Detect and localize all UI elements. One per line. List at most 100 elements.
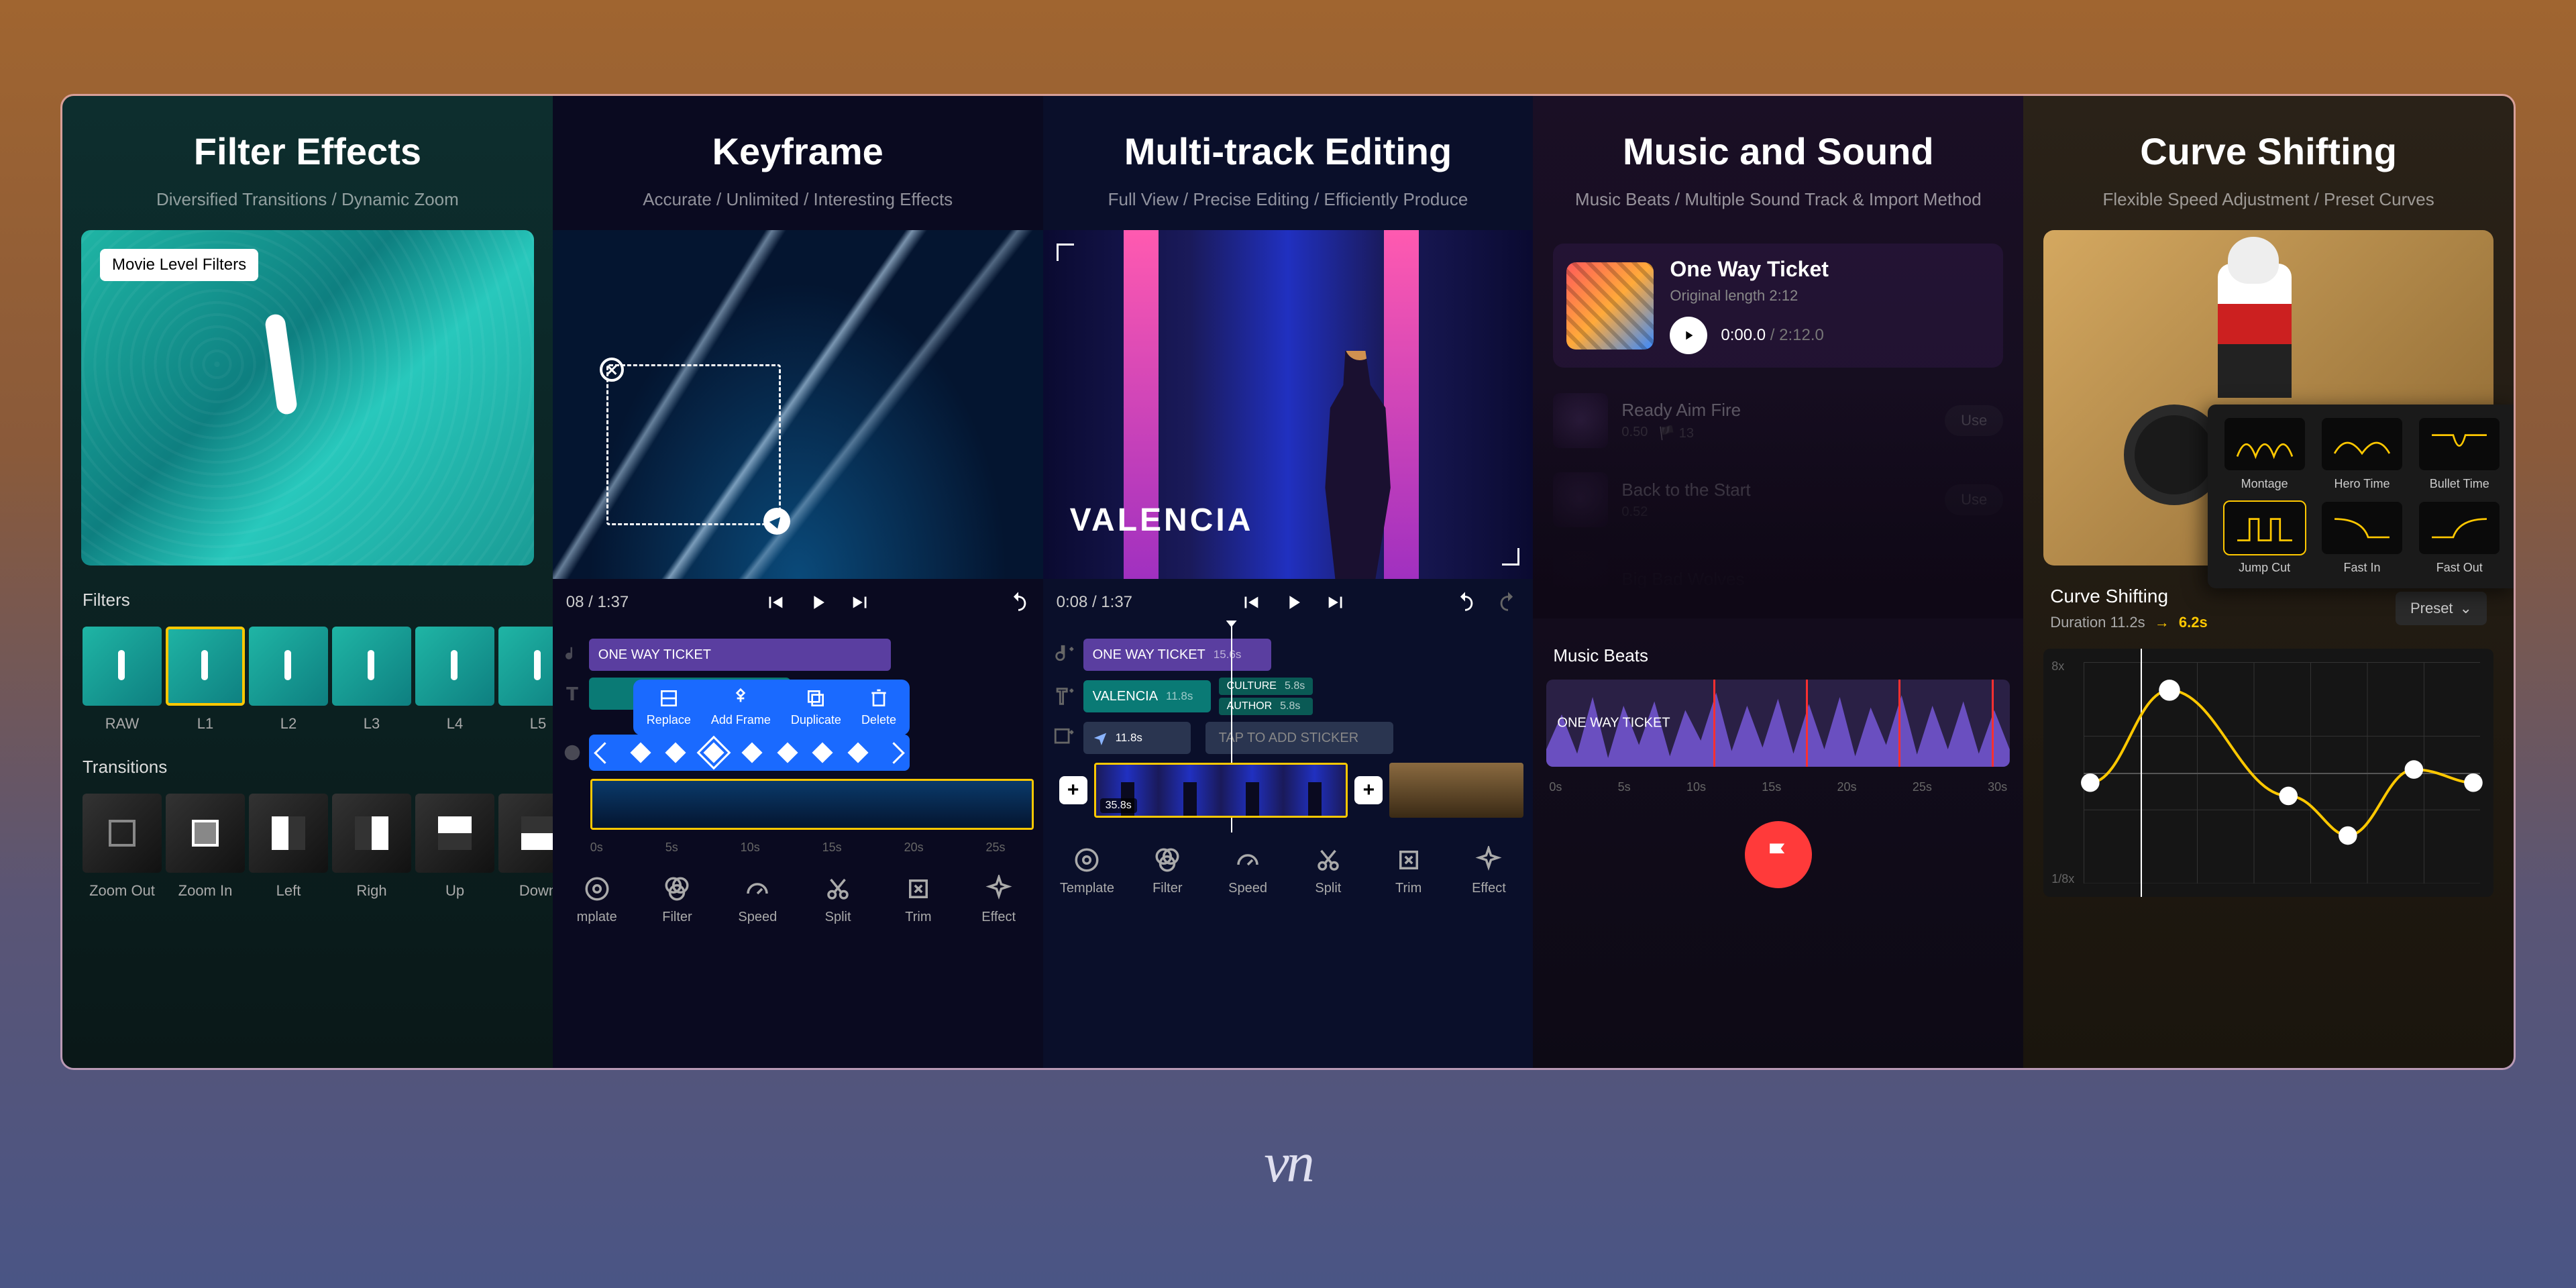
- use-button[interactable]: Use: [1945, 405, 2003, 436]
- music-beats-label: Music Beats: [1553, 645, 2003, 666]
- tag-author[interactable]: AUTHOR5.8s: [1219, 698, 1313, 715]
- tool-effect[interactable]: Effect: [961, 875, 1036, 925]
- play-icon[interactable]: [806, 591, 829, 614]
- curve-graph[interactable]: 8x 1/8x: [2043, 649, 2493, 897]
- filter-thumb-l4[interactable]: L4: [415, 627, 494, 733]
- keyframe-diamond-icon[interactable]: [812, 742, 833, 763]
- rotate-handle-icon[interactable]: [763, 508, 790, 535]
- transition-down[interactable]: Down: [498, 794, 553, 900]
- keyframe-diamond-current-icon[interactable]: [700, 739, 728, 767]
- text-clip[interactable]: VALENCIA 11.8s: [1083, 680, 1211, 712]
- keyframe-diamond-icon[interactable]: [630, 742, 651, 763]
- curve-point[interactable]: [2405, 760, 2424, 779]
- add-sticker-button[interactable]: TAP TO ADD STICKER: [1205, 722, 1393, 754]
- prev-icon[interactable]: [763, 591, 786, 614]
- tool-filter[interactable]: Filter: [640, 875, 715, 925]
- panel-header: Multi-track Editing Full View / Precise …: [1043, 96, 1534, 230]
- transition-zoom-out[interactable]: Zoom Out: [83, 794, 162, 900]
- music-list-item[interactable]: Back to the Start 0.52 Use: [1553, 460, 2003, 539]
- video-strip[interactable]: [590, 779, 1034, 830]
- video-strip-selected[interactable]: 35.8s: [1094, 763, 1348, 818]
- mini-player: 0:00.0 / 2:12.0: [1670, 317, 1990, 354]
- tag-culture[interactable]: CULTURE5.8s: [1219, 678, 1313, 695]
- filter-thumb-l2[interactable]: L2: [249, 627, 328, 733]
- tool-effect[interactable]: Effect: [1452, 846, 1527, 896]
- transition-right[interactable]: Righ: [332, 794, 411, 900]
- tool-split[interactable]: Split: [1291, 846, 1366, 896]
- curve-point[interactable]: [2159, 680, 2180, 701]
- filter-thumb-l5[interactable]: L5: [498, 627, 553, 733]
- preset-hero-time[interactable]: Hero Time: [2318, 418, 2405, 491]
- keyframe-diamond-icon[interactable]: [777, 742, 798, 763]
- tool-filter[interactable]: Filter: [1130, 846, 1205, 896]
- next-icon[interactable]: [1325, 591, 1348, 614]
- filter-thumb-raw[interactable]: RAW: [83, 627, 162, 733]
- selection-box[interactable]: [606, 364, 781, 525]
- bottom-toolbar: Template Filter Speed Split Trim Effect: [1043, 833, 1534, 912]
- filter-thumb-l1[interactable]: L1: [166, 627, 245, 733]
- sticker-clip[interactable]: 11.8s: [1083, 722, 1191, 754]
- preset-bullet-time[interactable]: Bullet Time: [2416, 418, 2503, 491]
- tool-trim[interactable]: Trim: [881, 875, 956, 925]
- keyframe-diamonds-track[interactable]: [589, 735, 910, 771]
- keyframe-diamond-icon[interactable]: [847, 742, 868, 763]
- undo-icon[interactable]: [1454, 591, 1477, 614]
- tool-template[interactable]: mplate: [559, 875, 635, 925]
- music-clip[interactable]: ONE WAY TICKET: [589, 639, 891, 671]
- preset-fast-in[interactable]: Fast In: [2318, 502, 2405, 575]
- add-after-button[interactable]: +: [1354, 776, 1383, 804]
- tool-speed[interactable]: Speed: [720, 875, 795, 925]
- panel-header: Keyframe Accurate / Unlimited / Interest…: [553, 96, 1043, 230]
- preset-fast-out[interactable]: Fast Out: [2416, 502, 2503, 575]
- replace-button[interactable]: Replace: [647, 688, 691, 727]
- beat-marker[interactable]: [1713, 680, 1715, 767]
- tool-split[interactable]: Split: [800, 875, 875, 925]
- multi-timeline: ONE WAY TICKET 15.6s VALENCIA 11.8s CULT…: [1043, 626, 1534, 833]
- play-icon[interactable]: [1282, 591, 1305, 614]
- undo-icon[interactable]: [1007, 591, 1030, 614]
- redo-icon[interactable]: [1497, 591, 1519, 614]
- sticker-add-icon[interactable]: [1053, 727, 1075, 749]
- music-clip[interactable]: ONE WAY TICKET 15.6s: [1083, 639, 1271, 671]
- text-track-row: VALENCIA 11.8s CULTURE5.8s AUTHOR5.8s: [1043, 674, 1534, 718]
- curve-point[interactable]: [2279, 787, 2298, 806]
- add-frame-button[interactable]: Add Frame: [711, 688, 771, 727]
- flag-beat-button[interactable]: [1745, 821, 1812, 888]
- tool-trim[interactable]: Trim: [1371, 846, 1446, 896]
- transition-zoom-in[interactable]: Zoom In: [166, 794, 245, 900]
- keyframe-diamond-icon[interactable]: [665, 742, 686, 763]
- speed-curve[interactable]: [2084, 662, 2480, 883]
- music-list-item[interactable]: Ready Aim Fire 0.50🏴 13 Use: [1553, 381, 2003, 460]
- preset-jump-cut[interactable]: Jump Cut: [2221, 502, 2308, 575]
- transition-left[interactable]: Left: [249, 794, 328, 900]
- add-before-button[interactable]: +: [1059, 776, 1087, 804]
- music-add-icon[interactable]: [1053, 643, 1075, 666]
- close-handle-icon[interactable]: [600, 358, 624, 382]
- filter-thumb-l3[interactable]: L3: [332, 627, 411, 733]
- prev-icon[interactable]: [1239, 591, 1262, 614]
- keyframe-diamond-icon[interactable]: [741, 742, 762, 763]
- video-strip-next[interactable]: [1389, 763, 1523, 818]
- curve-point[interactable]: [2339, 826, 2357, 845]
- music-list-item[interactable]: Big Bad Wolves: [1553, 539, 2003, 619]
- preset-dropdown-button[interactable]: Preset ⌄: [2396, 592, 2487, 625]
- preset-montage[interactable]: Montage: [2221, 418, 2308, 491]
- play-button[interactable]: [1670, 317, 1707, 354]
- clip-duration: 35.8s: [1100, 798, 1137, 813]
- beat-marker[interactable]: [1992, 680, 1994, 767]
- tool-template[interactable]: Template: [1050, 846, 1125, 896]
- curve-section-title: Curve Shifting: [2050, 586, 2208, 607]
- panel-title: Filter Effects: [76, 129, 539, 173]
- use-button[interactable]: Use: [1945, 484, 2003, 515]
- next-icon[interactable]: [849, 591, 872, 614]
- beat-marker[interactable]: [1898, 680, 1900, 767]
- duplicate-button[interactable]: Duplicate: [791, 688, 841, 727]
- text-add-icon[interactable]: [1053, 685, 1075, 708]
- curve-point[interactable]: [2464, 773, 2483, 792]
- transition-up[interactable]: Up: [415, 794, 494, 900]
- curve-point[interactable]: [2081, 773, 2100, 792]
- beat-marker[interactable]: [1806, 680, 1808, 767]
- tool-speed[interactable]: Speed: [1210, 846, 1285, 896]
- delete-button[interactable]: Delete: [861, 688, 896, 727]
- beats-track[interactable]: ONE WAY TICKET: [1546, 680, 2010, 767]
